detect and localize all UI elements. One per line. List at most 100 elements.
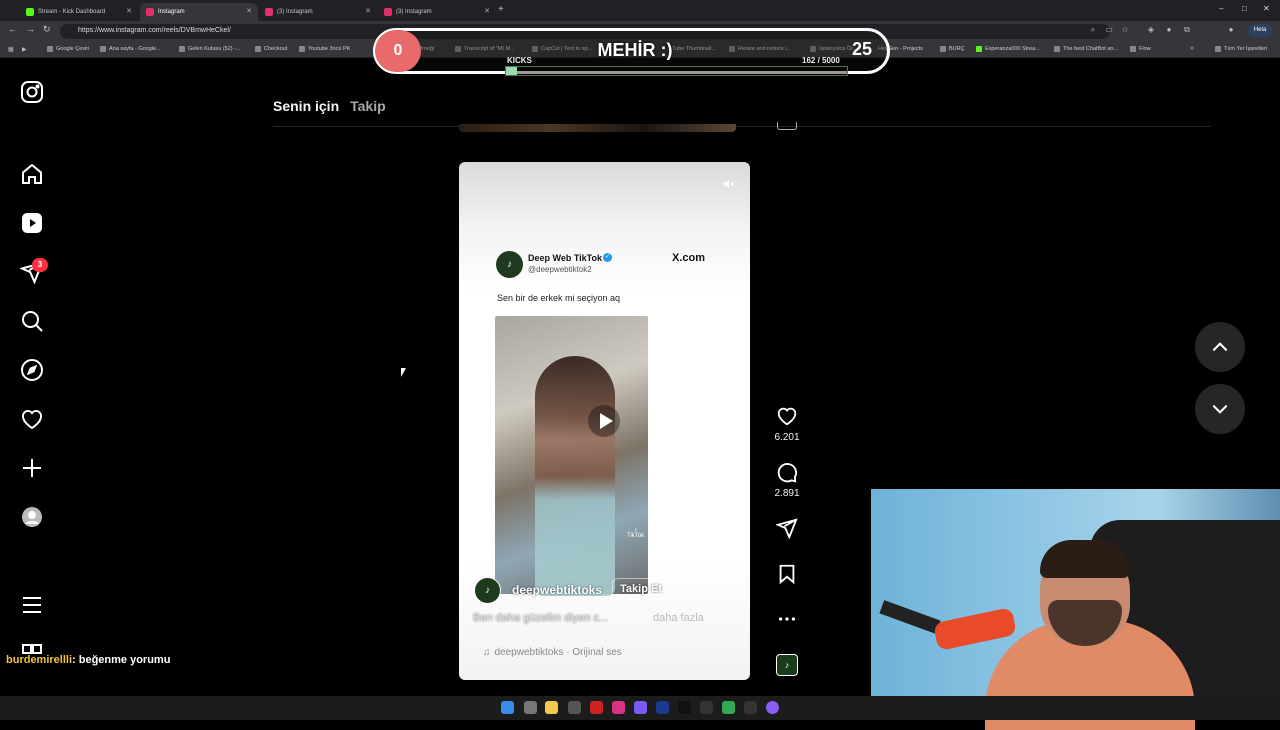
instagram-favicon-icon: [146, 8, 154, 16]
close-tab-icon[interactable]: ✕: [126, 7, 132, 15]
tab-instagram-2[interactable]: (3) Instagram ✕: [259, 3, 377, 21]
minimize-icon[interactable]: –: [1219, 4, 1223, 13]
reel-audio[interactable]: ♫ deepwebtiktoks · Orijinal ses: [483, 647, 622, 658]
notifications-icon[interactable]: [20, 407, 44, 431]
reel-caption: Ben daha güzelim diyen c...: [473, 612, 609, 624]
reload-icon[interactable]: ↻: [43, 24, 51, 35]
kicks-label: KICKS: [507, 56, 532, 65]
capcut-icon[interactable]: [700, 701, 713, 714]
all-bookmarks[interactable]: Tüm Yer İşaretleri: [1215, 46, 1267, 52]
divider: [273, 126, 1211, 127]
save-icon[interactable]: [776, 563, 798, 585]
zoom-icon[interactable]: ⌕: [1088, 25, 1098, 35]
create-icon[interactable]: [20, 456, 44, 480]
comment-icon[interactable]: [776, 462, 798, 484]
mute-icon[interactable]: [722, 177, 736, 191]
tweet-source: X.com: [672, 252, 706, 264]
task-view-icon[interactable]: [524, 701, 537, 714]
opera-icon[interactable]: [590, 701, 603, 714]
maximize-icon[interactable]: □: [1242, 4, 1247, 13]
extension-icon[interactable]: ◈: [1146, 25, 1156, 35]
bookmark-item[interactable]: BURÇ: [940, 46, 965, 52]
file-explorer-icon[interactable]: [545, 701, 558, 714]
audio-label: deepwebtiktoks · Orijinal ses: [494, 647, 622, 658]
chat-message: burdemirellli: beğenme yorumu: [6, 654, 170, 666]
home-icon[interactable]: [20, 162, 44, 186]
close-tab-icon[interactable]: ✕: [484, 7, 490, 15]
extension-icon[interactable]: ●: [1164, 25, 1174, 35]
share-icon[interactable]: [775, 517, 798, 540]
close-tab-icon[interactable]: ✕: [365, 7, 371, 15]
audio-thumbnail[interactable]: ♪: [776, 654, 798, 676]
bookmark-item[interactable]: The best ChatBot an...: [1054, 46, 1118, 52]
tab-instagram-active[interactable]: Instagram ✕: [140, 3, 258, 21]
next-reel-button[interactable]: [1195, 384, 1245, 434]
tweet-text: Sen bir de erkek mi seçiyon aq: [497, 293, 621, 303]
bookmark-item[interactable]: Ana sayfa - Google...: [100, 46, 161, 52]
previous-reel-audio-thumb[interactable]: [777, 122, 797, 130]
bookmark-item[interactable]: Youtube 3ncü PK: [299, 46, 350, 52]
settings-icon[interactable]: [568, 701, 581, 714]
account-avatar-icon[interactable]: ●: [1226, 25, 1236, 35]
obs-icon[interactable]: [766, 701, 779, 714]
webcam-streamer-hair: [1040, 540, 1130, 578]
instagram-logo-icon[interactable]: [20, 80, 44, 104]
tiktok-icon[interactable]: [678, 701, 691, 714]
chat-text: : beğenme yorumu: [72, 654, 171, 666]
bookmark-item[interactable]: Checkout: [255, 46, 287, 52]
tweet-handle: @deepwebtiktok2: [528, 265, 592, 274]
kicks-title: MEHİR :): [597, 40, 673, 60]
verified-badge-icon: ✓: [603, 253, 612, 262]
caption-more-link[interactable]: daha fazla: [653, 612, 704, 624]
extensions-puzzle-icon[interactable]: ⧉: [1182, 25, 1192, 35]
close-tab-icon[interactable]: ✕: [246, 7, 252, 15]
profile-button[interactable]: Hela: [1248, 24, 1272, 37]
tweet-avatar: ♪: [496, 251, 523, 278]
previous-reel-preview[interactable]: [459, 124, 736, 132]
more-bookmarks-icon[interactable]: »: [1190, 45, 1194, 52]
new-tab-button[interactable]: +: [498, 4, 504, 15]
messages-badge: 3: [32, 258, 48, 272]
bookmark-star-icon[interactable]: ☆: [1120, 25, 1130, 35]
search-icon[interactable]: [20, 309, 44, 333]
chrome-icon[interactable]: [722, 701, 735, 714]
start-icon[interactable]: [501, 701, 514, 714]
more-options-icon[interactable]: [776, 608, 798, 630]
tab-label: (3) Instagram: [396, 9, 432, 15]
comment-count: 2.891: [774, 488, 800, 499]
apps-icon[interactable]: ▦: [8, 46, 14, 53]
instagram-favicon-icon: [265, 8, 273, 16]
play-icon[interactable]: [588, 405, 620, 437]
like-icon[interactable]: [776, 405, 798, 427]
capcut-icon[interactable]: [744, 701, 757, 714]
sidebar-nav: [0, 58, 64, 696]
cast-icon[interactable]: ▭: [1104, 25, 1114, 35]
close-window-icon[interactable]: ✕: [1263, 4, 1270, 13]
follow-button[interactable]: Takip Et: [612, 578, 670, 600]
tab-instagram-3[interactable]: (3) Instagram ✕: [378, 3, 496, 21]
bookmark-item[interactable]: Flow: [1130, 46, 1151, 52]
back-icon[interactable]: ←: [8, 24, 17, 34]
previous-reel-button[interactable]: [1195, 322, 1245, 372]
instagram-app-icon[interactable]: [612, 701, 625, 714]
bookmark-item[interactable]: Esperanza000 Strea...: [976, 46, 1040, 52]
forward-icon[interactable]: →: [26, 24, 35, 34]
author-username[interactable]: deepwebtiktoks: [512, 583, 602, 597]
profile-icon[interactable]: [20, 505, 44, 529]
tab-following[interactable]: Takip: [350, 98, 386, 114]
tiktok-watermark: ♪ TikTok: [627, 527, 645, 539]
reels-icon[interactable]: [20, 211, 44, 235]
bookmark-item[interactable]: Google Çeviri: [47, 46, 89, 52]
tab-kick-dashboard[interactable]: Stream - Kick Dashboard ✕: [20, 3, 138, 21]
tab-label: Instagram: [158, 9, 185, 15]
explore-icon[interactable]: [20, 358, 44, 382]
youtube-bookmark-icon[interactable]: ▶: [22, 46, 27, 53]
author-avatar[interactable]: ♪: [474, 577, 501, 604]
chevron-up-icon: [1212, 342, 1228, 352]
messenger-icon[interactable]: [634, 701, 647, 714]
photoshop-icon[interactable]: [656, 701, 669, 714]
tab-for-you[interactable]: Senin için: [273, 98, 339, 114]
bookmark-item[interactable]: Gelen Kutusu (52) -...: [179, 46, 241, 52]
tab-label: Stream - Kick Dashboard: [38, 9, 106, 15]
more-menu-icon[interactable]: [20, 593, 44, 617]
